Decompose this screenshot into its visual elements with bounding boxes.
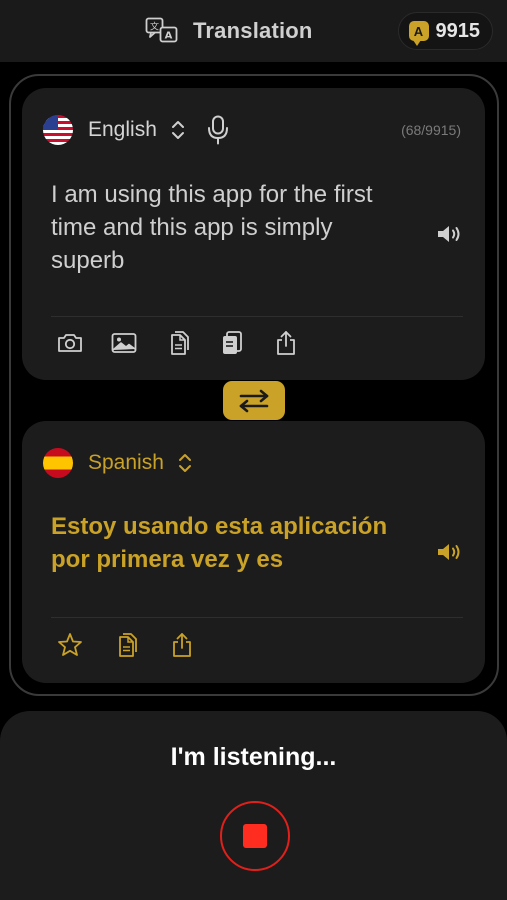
swap-arrows-icon — [239, 389, 269, 412]
target-language-selector[interactable]: Spanish — [43, 447, 192, 479]
svg-text:A: A — [165, 31, 173, 42]
header-title-group: 文 A Translation — [145, 14, 313, 48]
star-icon[interactable] — [56, 631, 84, 659]
share-icon[interactable] — [168, 631, 196, 659]
paste-icon[interactable] — [164, 329, 192, 357]
speaker-icon[interactable] — [435, 223, 463, 245]
credits-count: 9915 — [435, 19, 481, 42]
translated-text: Estoy usando esta aplicación por primera… — [51, 513, 388, 573]
camera-icon[interactable] — [56, 329, 84, 357]
stop-recording-button[interactable] — [220, 801, 290, 871]
image-icon[interactable] — [110, 329, 138, 357]
stop-record-icon — [243, 824, 267, 848]
target-toolbar — [56, 631, 196, 659]
credits-badge-icon: A — [408, 21, 429, 46]
source-toolbar — [56, 329, 300, 357]
chevron-updown-icon — [171, 121, 184, 139]
translate-icon: 文 A — [145, 17, 178, 43]
us-flag-icon — [43, 115, 73, 145]
source-text[interactable]: I am using this app for the first time a… — [51, 178, 411, 277]
divider — [51, 316, 463, 317]
source-language-selector[interactable]: English — [43, 114, 229, 146]
listening-sheet: I'm listening... — [0, 711, 507, 900]
source-language-label: English — [88, 118, 157, 141]
target-language-label: Spanish — [88, 451, 164, 474]
speaker-icon[interactable] — [435, 541, 463, 563]
share-icon[interactable] — [272, 329, 300, 357]
chevron-updown-icon — [178, 454, 191, 472]
credits-badge-letter: A — [413, 23, 424, 39]
credits-pill[interactable]: A 9915 — [397, 12, 493, 50]
character-counter: (68/9915) — [401, 122, 461, 138]
divider — [51, 617, 463, 618]
app-header: 文 A Translation A 9915 — [0, 0, 507, 62]
svg-text:文: 文 — [150, 21, 159, 33]
microphone-icon[interactable] — [207, 115, 229, 145]
document-scan-icon[interactable] — [218, 329, 246, 357]
swap-languages-button[interactable] — [223, 381, 285, 420]
target-card: Spanish Estoy usando esta aplicación por… — [22, 421, 485, 683]
copy-icon[interactable] — [112, 631, 140, 659]
listening-status: I'm listening... — [170, 743, 337, 771]
page-title: Translation — [193, 18, 313, 43]
source-card: English (68/9915) I am using this app fo… — [22, 88, 485, 380]
spain-flag-icon — [43, 448, 73, 478]
